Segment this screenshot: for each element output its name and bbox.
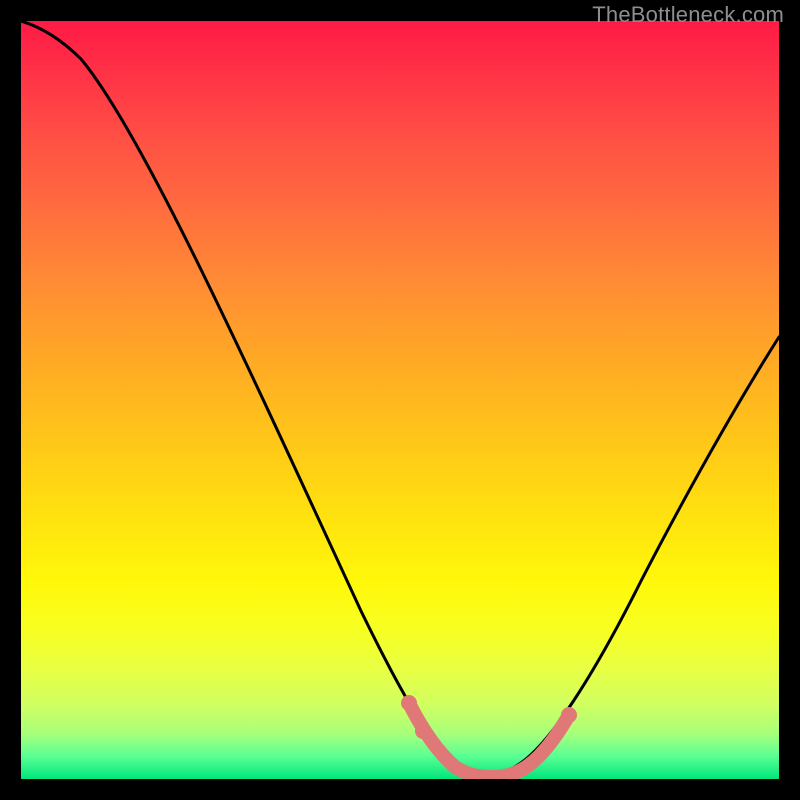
optimal-band-highlight bbox=[409, 703, 569, 777]
bottleneck-curve-path bbox=[21, 21, 779, 774]
bottleneck-plot bbox=[21, 21, 779, 779]
chart-area bbox=[21, 21, 779, 779]
watermark-text: TheBottleneck.com bbox=[592, 2, 784, 28]
